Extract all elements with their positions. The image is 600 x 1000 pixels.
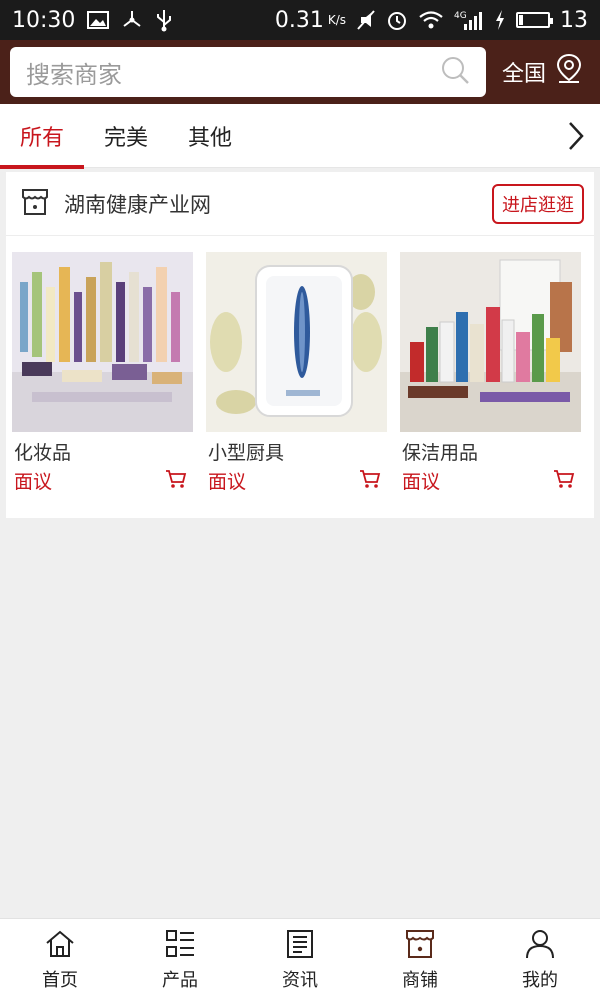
nav-label: 产品 xyxy=(162,969,198,991)
product-name: 化妆品 xyxy=(14,442,72,464)
nav-label: 资讯 xyxy=(282,969,318,991)
product-name: 小型厨具 xyxy=(208,442,285,464)
product-image-small-kitchenware[interactable] xyxy=(206,252,387,432)
region-label: 全国 xyxy=(501,62,546,87)
nav-label: 商铺 xyxy=(402,969,438,991)
nav-label: 首页 xyxy=(42,969,78,991)
product-card[interactable]: 化妆品 面议 xyxy=(12,252,193,494)
search-placeholder: 搜索商家 xyxy=(26,60,122,89)
shop-name: 湖南健康产业网 xyxy=(64,192,211,217)
tab-other[interactable]: 其他 xyxy=(168,104,252,168)
enter-shop-button[interactable]: 进店逛逛 xyxy=(492,183,584,224)
battery-level xyxy=(519,15,523,25)
product-name: 保洁用品 xyxy=(402,442,479,464)
category-tabs: 所有 完美 其他 xyxy=(0,104,600,169)
nav-shops[interactable]: 商铺 xyxy=(360,919,480,1000)
search-icon[interactable] xyxy=(440,55,470,89)
shop-card: 湖南健康产业网 进店逛逛 化妆品 面议 小型厨具 面议 保洁用品 面议 xyxy=(6,172,594,518)
tab-all[interactable]: 所有 xyxy=(0,104,84,169)
tab-wanmei[interactable]: 完美 xyxy=(84,104,168,168)
product-price: 面议 xyxy=(208,471,247,493)
mute-icon xyxy=(356,9,376,31)
bottom-navigation: 首页 产品 资讯 商铺 我的 xyxy=(0,918,600,1000)
product-list: 化妆品 面议 小型厨具 面议 保洁用品 面议 xyxy=(6,236,594,494)
speed-unit: K/s xyxy=(327,13,346,27)
cart-icon[interactable] xyxy=(359,468,381,494)
shop-icon xyxy=(20,187,50,221)
product-card[interactable]: 小型厨具 面议 xyxy=(206,252,387,494)
signal-icon: 4G xyxy=(454,9,484,31)
nav-home[interactable]: 首页 xyxy=(0,919,120,1000)
network-speed: 0.31 xyxy=(274,7,324,33)
charging-icon xyxy=(494,9,506,31)
cart-icon[interactable] xyxy=(165,468,187,494)
news-icon xyxy=(284,928,316,964)
battery-icon xyxy=(516,12,553,28)
usb-icon xyxy=(155,8,173,32)
region-selector[interactable]: 全国 xyxy=(502,53,590,91)
shop-icon xyxy=(404,928,436,964)
product-image-cosmetics[interactable] xyxy=(12,252,193,432)
nav-label: 我的 xyxy=(522,969,558,991)
nav-products[interactable]: 产品 xyxy=(120,919,240,1000)
nav-news[interactable]: 资讯 xyxy=(240,919,360,1000)
image-icon xyxy=(87,11,110,29)
product-image-cleaning-supplies[interactable] xyxy=(400,252,581,432)
product-price: 面议 xyxy=(14,471,53,493)
nav-profile[interactable]: 我的 xyxy=(480,919,600,1000)
chevron-right-icon[interactable] xyxy=(552,104,600,168)
location-pin-icon xyxy=(554,53,584,91)
wifi-icon xyxy=(418,10,444,30)
cart-icon[interactable] xyxy=(553,468,575,494)
shop-header: 湖南健康产业网 进店逛逛 xyxy=(6,172,594,236)
user-icon xyxy=(524,928,556,964)
share-hub-icon xyxy=(121,9,143,31)
battery-percent: 13 xyxy=(560,7,588,33)
svg-text:4G: 4G xyxy=(454,11,467,21)
home-icon xyxy=(44,928,76,964)
app-header: 搜索商家 全国 xyxy=(0,40,600,104)
product-card[interactable]: 保洁用品 面议 xyxy=(400,252,581,494)
search-input[interactable]: 搜索商家 xyxy=(10,47,486,97)
status-bar: 10:30 0.31 K/s 4G 13 xyxy=(0,0,600,40)
status-time: 10:30 xyxy=(12,7,76,33)
list-icon xyxy=(164,928,196,964)
product-price: 面议 xyxy=(402,471,441,493)
alarm-icon xyxy=(386,9,408,31)
